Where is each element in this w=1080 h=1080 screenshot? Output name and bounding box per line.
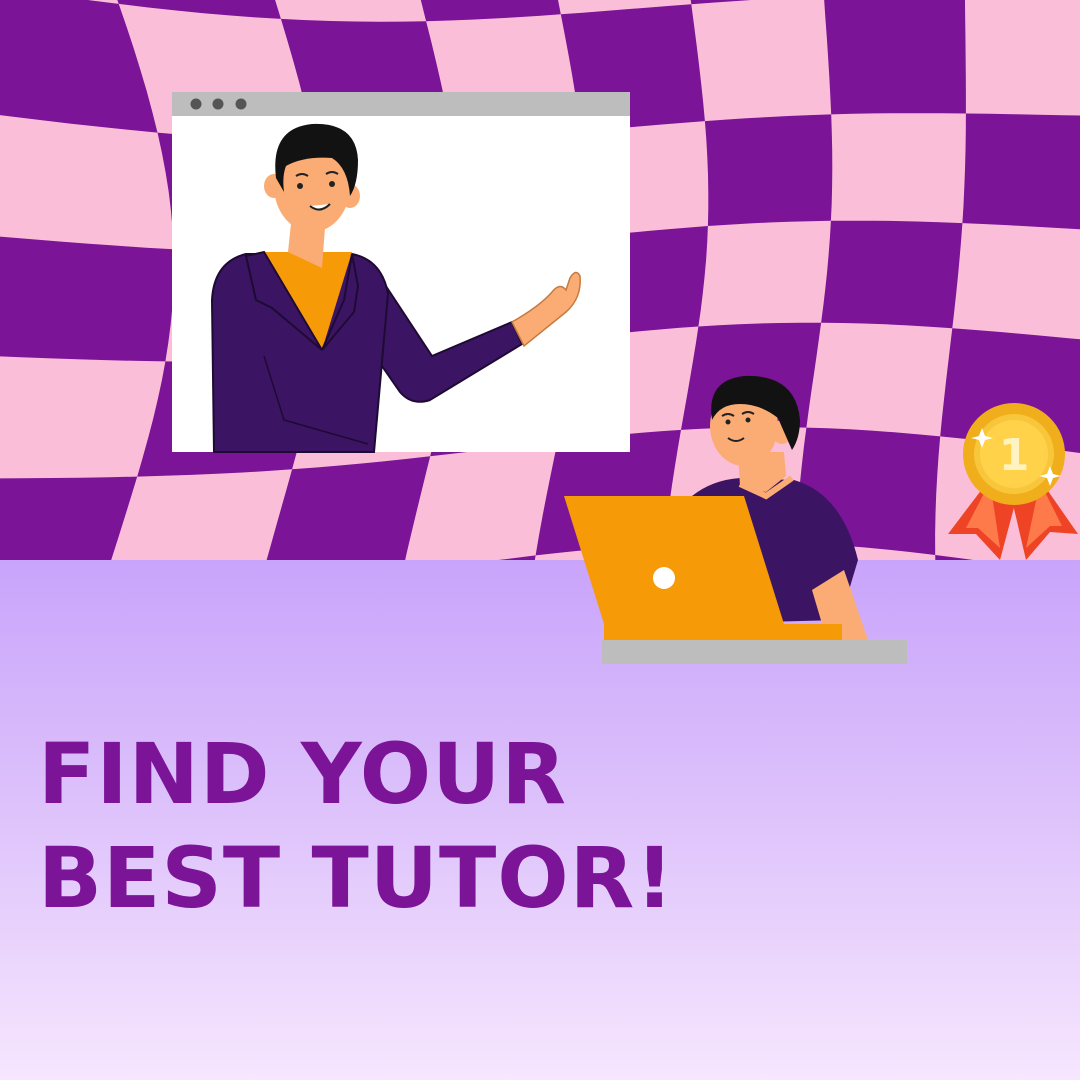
headline-line-2: BEST TUTOR!: [38, 829, 675, 927]
laptop-logo-icon: [653, 567, 675, 589]
poster: 1 FIND YOUR BEST TUTOR!: [0, 0, 1080, 1080]
video-call-window: [172, 92, 630, 453]
medal-icon: 1: [948, 403, 1078, 560]
headline-line-1: FIND YOUR: [38, 725, 568, 823]
headline: FIND YOUR BEST TUTOR!: [38, 722, 675, 930]
desk: [602, 640, 907, 664]
medal-rank-label: 1: [999, 430, 1030, 481]
window-dots-icon: [190, 98, 247, 110]
